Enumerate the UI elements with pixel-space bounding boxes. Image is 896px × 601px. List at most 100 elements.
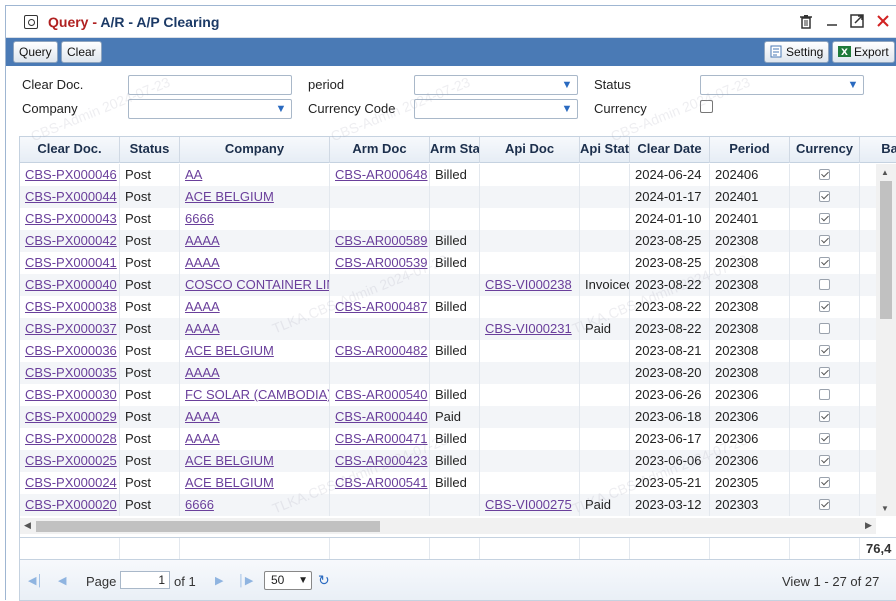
cell-company[interactable]: COSCO CONTAINER LINE: [180, 274, 330, 296]
vertical-scroll-thumb[interactable]: [880, 181, 892, 319]
cell-arm-doc[interactable]: CBS-AR000471: [330, 428, 430, 450]
cell-clear-doc[interactable]: CBS-PX000020: [20, 494, 120, 516]
header-col-clear-date[interactable]: Clear Date: [630, 137, 710, 163]
cell-clear-doc[interactable]: CBS-PX000041: [20, 252, 120, 274]
period-select[interactable]: ▼: [414, 75, 578, 95]
cell-company[interactable]: AAAA: [180, 252, 330, 274]
table-row[interactable]: CBS-PX000028 Post AAAA CBS-AR000471 Billed 20…: [20, 428, 876, 450]
first-page-icon[interactable]: ◀│: [28, 574, 43, 587]
cell-company[interactable]: AAAA: [180, 230, 330, 252]
cell-clear-doc[interactable]: CBS-PX000036: [20, 340, 120, 362]
scroll-left-icon[interactable]: ◀: [24, 520, 31, 531]
scroll-up-icon[interactable]: ▲: [881, 168, 889, 177]
table-row[interactable]: CBS-PX000046 Post AA CBS-AR000648 Billed 2024…: [20, 164, 876, 186]
query-button[interactable]: Query: [13, 41, 58, 63]
cell-company[interactable]: AAAA: [180, 362, 330, 384]
setting-button[interactable]: Setting: [764, 41, 830, 63]
table-row[interactable]: CBS-PX000024 Post ACE BELGIUM CBS-AR000541 B…: [20, 472, 876, 494]
cell-arm-doc[interactable]: CBS-AR000540: [330, 384, 430, 406]
cell-company[interactable]: AAAA: [180, 296, 330, 318]
cell-company[interactable]: ACE BELGIUM: [180, 450, 330, 472]
header-col-api-doc[interactable]: Api Doc: [480, 137, 580, 163]
cell-company[interactable]: AAAA: [180, 428, 330, 450]
cell-api-doc[interactable]: CBS-VI000231: [480, 318, 580, 340]
table-row[interactable]: CBS-PX000030 Post FC SOLAR (CAMBODIA) C CBS…: [20, 384, 876, 406]
cell-company[interactable]: ACE BELGIUM: [180, 340, 330, 362]
scroll-right-icon[interactable]: ▶: [865, 520, 872, 531]
currency-checkbox[interactable]: [700, 100, 713, 113]
cell-company[interactable]: AAAA: [180, 406, 330, 428]
header-col-clear-doc[interactable]: Clear Doc.: [20, 137, 120, 163]
horizontal-scrollbar[interactable]: ◀ ▶: [20, 518, 876, 534]
header-col-api-stat[interactable]: Api Stat: [580, 137, 630, 163]
close-icon[interactable]: [875, 14, 891, 30]
maximize-icon[interactable]: [849, 14, 865, 30]
status-select[interactable]: ▼: [700, 75, 864, 95]
cell-clear-doc[interactable]: CBS-PX000043: [20, 208, 120, 230]
clear-button[interactable]: Clear: [61, 41, 102, 63]
vertical-scrollbar[interactable]: ▲ ▼: [876, 164, 896, 516]
minimize-icon[interactable]: [824, 14, 840, 30]
cell-company[interactable]: ACE BELGIUM: [180, 186, 330, 208]
table-row[interactable]: CBS-PX000044 Post ACE BELGIUM 2024-01-17 202…: [20, 186, 876, 208]
cell-arm-doc[interactable]: CBS-AR000541: [330, 472, 430, 494]
cell-company[interactable]: ACE BELGIUM: [180, 472, 330, 494]
table-row[interactable]: CBS-PX000041 Post AAAA CBS-AR000539 Billed 20…: [20, 252, 876, 274]
cell-clear-doc[interactable]: CBS-PX000040: [20, 274, 120, 296]
header-col-ba[interactable]: Ba: [860, 137, 896, 163]
cell-company[interactable]: FC SOLAR (CAMBODIA) C: [180, 384, 330, 406]
cell-clear-doc[interactable]: CBS-PX000029: [20, 406, 120, 428]
table-row[interactable]: CBS-PX000038 Post AAAA CBS-AR000487 Billed 20…: [20, 296, 876, 318]
cell-clear-doc[interactable]: CBS-PX000044: [20, 186, 120, 208]
page-size-select[interactable]: 50 ▼: [264, 571, 312, 590]
cell-clear-doc[interactable]: CBS-PX000028: [20, 428, 120, 450]
header-col-status[interactable]: Status: [120, 137, 180, 163]
cell-arm-doc[interactable]: CBS-AR000482: [330, 340, 430, 362]
scroll-down-icon[interactable]: ▼: [881, 504, 889, 513]
clear-doc-input[interactable]: [128, 75, 292, 95]
currency-code-select[interactable]: ▼: [414, 99, 578, 119]
cell-company[interactable]: AAAA: [180, 318, 330, 340]
header-col-period[interactable]: Period: [710, 137, 790, 163]
table-row[interactable]: CBS-PX000042 Post AAAA CBS-AR000589 Billed 20…: [20, 230, 876, 252]
table-row[interactable]: CBS-PX000035 Post AAAA 2023-08-20 202308: [20, 362, 876, 384]
header-col-arm-doc[interactable]: Arm Doc: [330, 137, 430, 163]
trash-icon[interactable]: [798, 14, 814, 30]
cell-api-doc[interactable]: CBS-VI000275: [480, 494, 580, 516]
header-col-arm-sta[interactable]: Arm Sta: [430, 137, 480, 163]
table-row[interactable]: CBS-PX000036 Post ACE BELGIUM CBS-AR000482 B…: [20, 340, 876, 362]
table-row[interactable]: CBS-PX000040 Post COSCO CONTAINER LINE CBS-…: [20, 274, 876, 296]
cell-clear-doc[interactable]: CBS-PX000024: [20, 472, 120, 494]
header-col-currency[interactable]: Currency: [790, 137, 860, 163]
export-button[interactable]: X Export: [832, 41, 895, 63]
prev-page-icon[interactable]: ◀: [58, 574, 66, 587]
last-page-icon[interactable]: │▶: [238, 574, 253, 587]
cell-clear-doc[interactable]: CBS-PX000038: [20, 296, 120, 318]
cell-clear-doc[interactable]: CBS-PX000042: [20, 230, 120, 252]
table-row[interactable]: CBS-PX000037 Post AAAA CBS-VI000231 Paid 2023…: [20, 318, 876, 340]
header-col-company[interactable]: Company: [180, 137, 330, 163]
cell-arm-doc[interactable]: CBS-AR000487: [330, 296, 430, 318]
company-select[interactable]: ▼: [128, 99, 292, 119]
cell-clear-doc[interactable]: CBS-PX000046: [20, 164, 120, 186]
cell-company[interactable]: 6666: [180, 208, 330, 230]
table-row[interactable]: CBS-PX000043 Post 6666 2024-01-10 202401: [20, 208, 876, 230]
refresh-icon[interactable]: ↻: [318, 572, 330, 589]
cell-clear-doc[interactable]: CBS-PX000035: [20, 362, 120, 384]
cell-arm-doc[interactable]: CBS-AR000648: [330, 164, 430, 186]
table-row[interactable]: CBS-PX000020 Post 6666 CBS-VI000275 Paid 2023…: [20, 494, 876, 516]
cell-clear-doc[interactable]: CBS-PX000037: [20, 318, 120, 340]
next-page-icon[interactable]: ▶: [215, 574, 223, 587]
page-input[interactable]: 1: [120, 571, 170, 589]
cell-arm-doc[interactable]: CBS-AR000589: [330, 230, 430, 252]
cell-clear-doc[interactable]: CBS-PX000030: [20, 384, 120, 406]
table-row[interactable]: CBS-PX000029 Post AAAA CBS-AR000440 Paid 2023…: [20, 406, 876, 428]
cell-arm-doc[interactable]: CBS-AR000423: [330, 450, 430, 472]
cell-company[interactable]: AA: [180, 164, 330, 186]
cell-arm-doc[interactable]: CBS-AR000539: [330, 252, 430, 274]
cell-clear-doc[interactable]: CBS-PX000025: [20, 450, 120, 472]
table-row[interactable]: CBS-PX000025 Post ACE BELGIUM CBS-AR000423 B…: [20, 450, 876, 472]
cell-api-doc[interactable]: CBS-VI000238: [480, 274, 580, 296]
horizontal-scroll-thumb[interactable]: [36, 521, 380, 532]
cell-company[interactable]: 6666: [180, 494, 330, 516]
